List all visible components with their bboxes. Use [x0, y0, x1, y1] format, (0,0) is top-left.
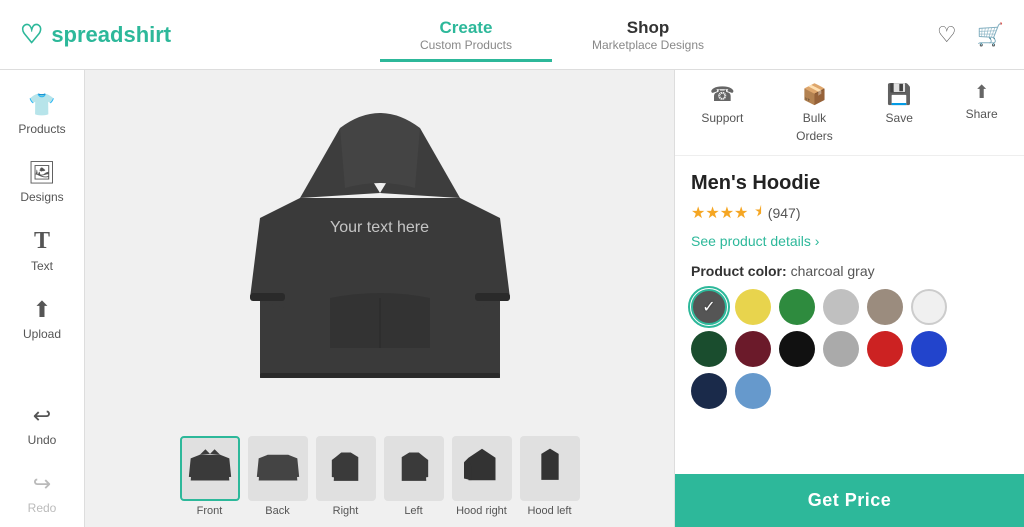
thumbnail-back-label: Back	[265, 505, 289, 517]
product-details-link[interactable]: See product details ›	[691, 233, 1008, 249]
thumbnail-bar: Front Back	[160, 426, 600, 527]
toolbar-share[interactable]: ⬆ Share	[966, 82, 998, 143]
sidebar-item-products-label: Products	[18, 122, 65, 136]
undo-label: Undo	[28, 433, 57, 447]
product-image-container: Your text here	[85, 70, 674, 426]
right-panel: ☎ Support 📦 Bulk Orders 💾 Save ⬆ Share M…	[674, 70, 1024, 527]
toolbar-save-label: Save	[886, 111, 913, 125]
rating-stars: ★★★★	[691, 203, 748, 223]
thumbnail-right-label: Right	[333, 505, 359, 517]
products-icon: 👕	[28, 92, 55, 118]
color-swatch-dark-green[interactable]	[691, 331, 727, 367]
thumbnail-hood-right[interactable]: Hood right	[452, 436, 512, 517]
sidebar-item-text-label: Text	[31, 259, 53, 273]
nav-tabs: Create Custom Products Shop Marketplace …	[220, 18, 904, 52]
thumbnail-front-box[interactable]	[180, 436, 240, 501]
text-icon: T	[34, 228, 50, 255]
tab-create-title: Create	[440, 18, 493, 38]
color-swatch-yellow[interactable]	[735, 289, 771, 325]
toolbar-bulk-label2: Orders	[796, 129, 833, 143]
tab-shop[interactable]: Shop Marketplace Designs	[552, 18, 744, 52]
rating-half-star: ⯨	[754, 201, 761, 225]
color-swatch-red[interactable]	[867, 331, 903, 367]
designs-icon: 🖼	[28, 160, 56, 186]
right-toolbar: ☎ Support 📦 Bulk Orders 💾 Save ⬆ Share	[675, 70, 1024, 156]
toolbar-support-label: Support	[701, 111, 743, 125]
sidebar-item-text[interactable]: T Text	[0, 216, 84, 285]
thumbnail-left-label: Left	[404, 505, 422, 517]
sidebar-item-upload-label: Upload	[23, 327, 61, 341]
color-grid: ✓	[691, 289, 1008, 409]
color-swatch-blue[interactable]	[911, 331, 947, 367]
redo-label: Redo	[28, 501, 57, 515]
redo-button[interactable]: ↪ Redo	[0, 459, 84, 527]
wishlist-icon[interactable]: ♡	[937, 22, 957, 48]
thumbnail-hood-left-box[interactable]	[520, 436, 580, 501]
thumbnail-back[interactable]: Back	[248, 436, 308, 517]
sidebar-item-designs-label: Designs	[20, 190, 63, 204]
tab-shop-title: Shop	[627, 18, 670, 38]
thumbnail-front[interactable]: Front	[180, 436, 240, 517]
color-swatch-light-blue[interactable]	[735, 373, 771, 409]
thumbnail-back-box[interactable]	[248, 436, 308, 501]
toolbar-save[interactable]: 💾 Save	[886, 82, 913, 143]
sidebar-item-products[interactable]: 👕 Products	[0, 80, 84, 148]
color-selected-name: charcoal gray	[791, 263, 875, 279]
thumbnail-right[interactable]: Right	[316, 436, 376, 517]
bulk-orders-icon: 📦	[802, 82, 827, 107]
thumbnail-right-box[interactable]	[316, 436, 376, 501]
tab-create[interactable]: Create Custom Products	[380, 18, 552, 52]
undo-redo-group: ↩ Undo ↪ Redo	[0, 391, 84, 527]
tab-shop-subtitle: Marketplace Designs	[592, 38, 704, 52]
logo[interactable]: ♡ spreadshirt	[20, 19, 220, 50]
color-swatch-charcoal[interactable]: ✓	[691, 289, 727, 325]
color-swatch-navy[interactable]	[691, 373, 727, 409]
color-swatch-taupe[interactable]	[867, 289, 903, 325]
upload-icon: ⬆	[33, 297, 51, 323]
logo-heart-icon: ♡	[20, 19, 43, 50]
header: ♡ spreadshirt Create Custom Products Sho…	[0, 0, 1024, 70]
thumbnail-left-box[interactable]	[384, 436, 444, 501]
color-swatch-white[interactable]	[911, 289, 947, 325]
toolbar-bulk-orders[interactable]: 📦 Bulk Orders	[796, 82, 833, 143]
color-swatch-black[interactable]	[779, 331, 815, 367]
sidebar-item-upload[interactable]: ⬆ Upload	[0, 285, 84, 353]
logo-text: spreadshirt	[51, 22, 171, 48]
thumbnail-hood-left-label: Hood left	[527, 505, 571, 517]
rating-count: (947)	[768, 205, 801, 221]
color-swatch-green[interactable]	[779, 289, 815, 325]
header-icons: ♡ 🛒	[904, 22, 1004, 48]
color-swatch-burgundy[interactable]	[735, 331, 771, 367]
color-swatch-light-gray[interactable]	[823, 289, 859, 325]
undo-icon: ↩	[33, 403, 51, 429]
get-price-button[interactable]: Get Price	[675, 474, 1024, 527]
toolbar-support[interactable]: ☎ Support	[701, 82, 743, 143]
hoodie-svg	[240, 98, 520, 398]
thumbnail-front-label: Front	[197, 505, 223, 517]
sidebar-item-designs[interactable]: 🖼 Designs	[0, 148, 84, 216]
rating-row: ★★★★ ⯨ (947)	[691, 201, 1008, 225]
product-name: Men's Hoodie	[691, 172, 1008, 195]
sidebar: 👕 Products 🖼 Designs T Text ⬆ Upload ↩ U…	[0, 70, 85, 527]
color-label-prefix: Product color:	[691, 263, 791, 279]
share-icon: ⬆	[974, 82, 989, 103]
thumbnail-hood-right-box[interactable]	[452, 436, 512, 501]
toolbar-bulk-label: Bulk	[803, 111, 826, 125]
color-label: Product color: charcoal gray	[691, 263, 1008, 279]
toolbar-share-label: Share	[966, 107, 998, 121]
thumbnail-left[interactable]: Left	[384, 436, 444, 517]
tab-create-subtitle: Custom Products	[420, 38, 512, 52]
redo-icon: ↪	[33, 471, 51, 497]
hoodie-image: Your text here	[240, 98, 520, 398]
thumbnail-hood-left[interactable]: Hood left	[520, 436, 580, 517]
cart-icon[interactable]: 🛒	[977, 22, 1004, 48]
main-layout: 👕 Products 🖼 Designs T Text ⬆ Upload ↩ U…	[0, 70, 1024, 527]
product-info: Men's Hoodie ★★★★ ⯨ (947) See product de…	[675, 156, 1024, 474]
support-icon: ☎	[710, 82, 735, 107]
canvas-area: Your text here Front	[85, 70, 674, 527]
thumbnail-hood-right-label: Hood right	[456, 505, 507, 517]
undo-button[interactable]: ↩ Undo	[0, 391, 84, 459]
color-swatch-silver[interactable]	[823, 331, 859, 367]
save-icon: 💾	[887, 82, 912, 107]
